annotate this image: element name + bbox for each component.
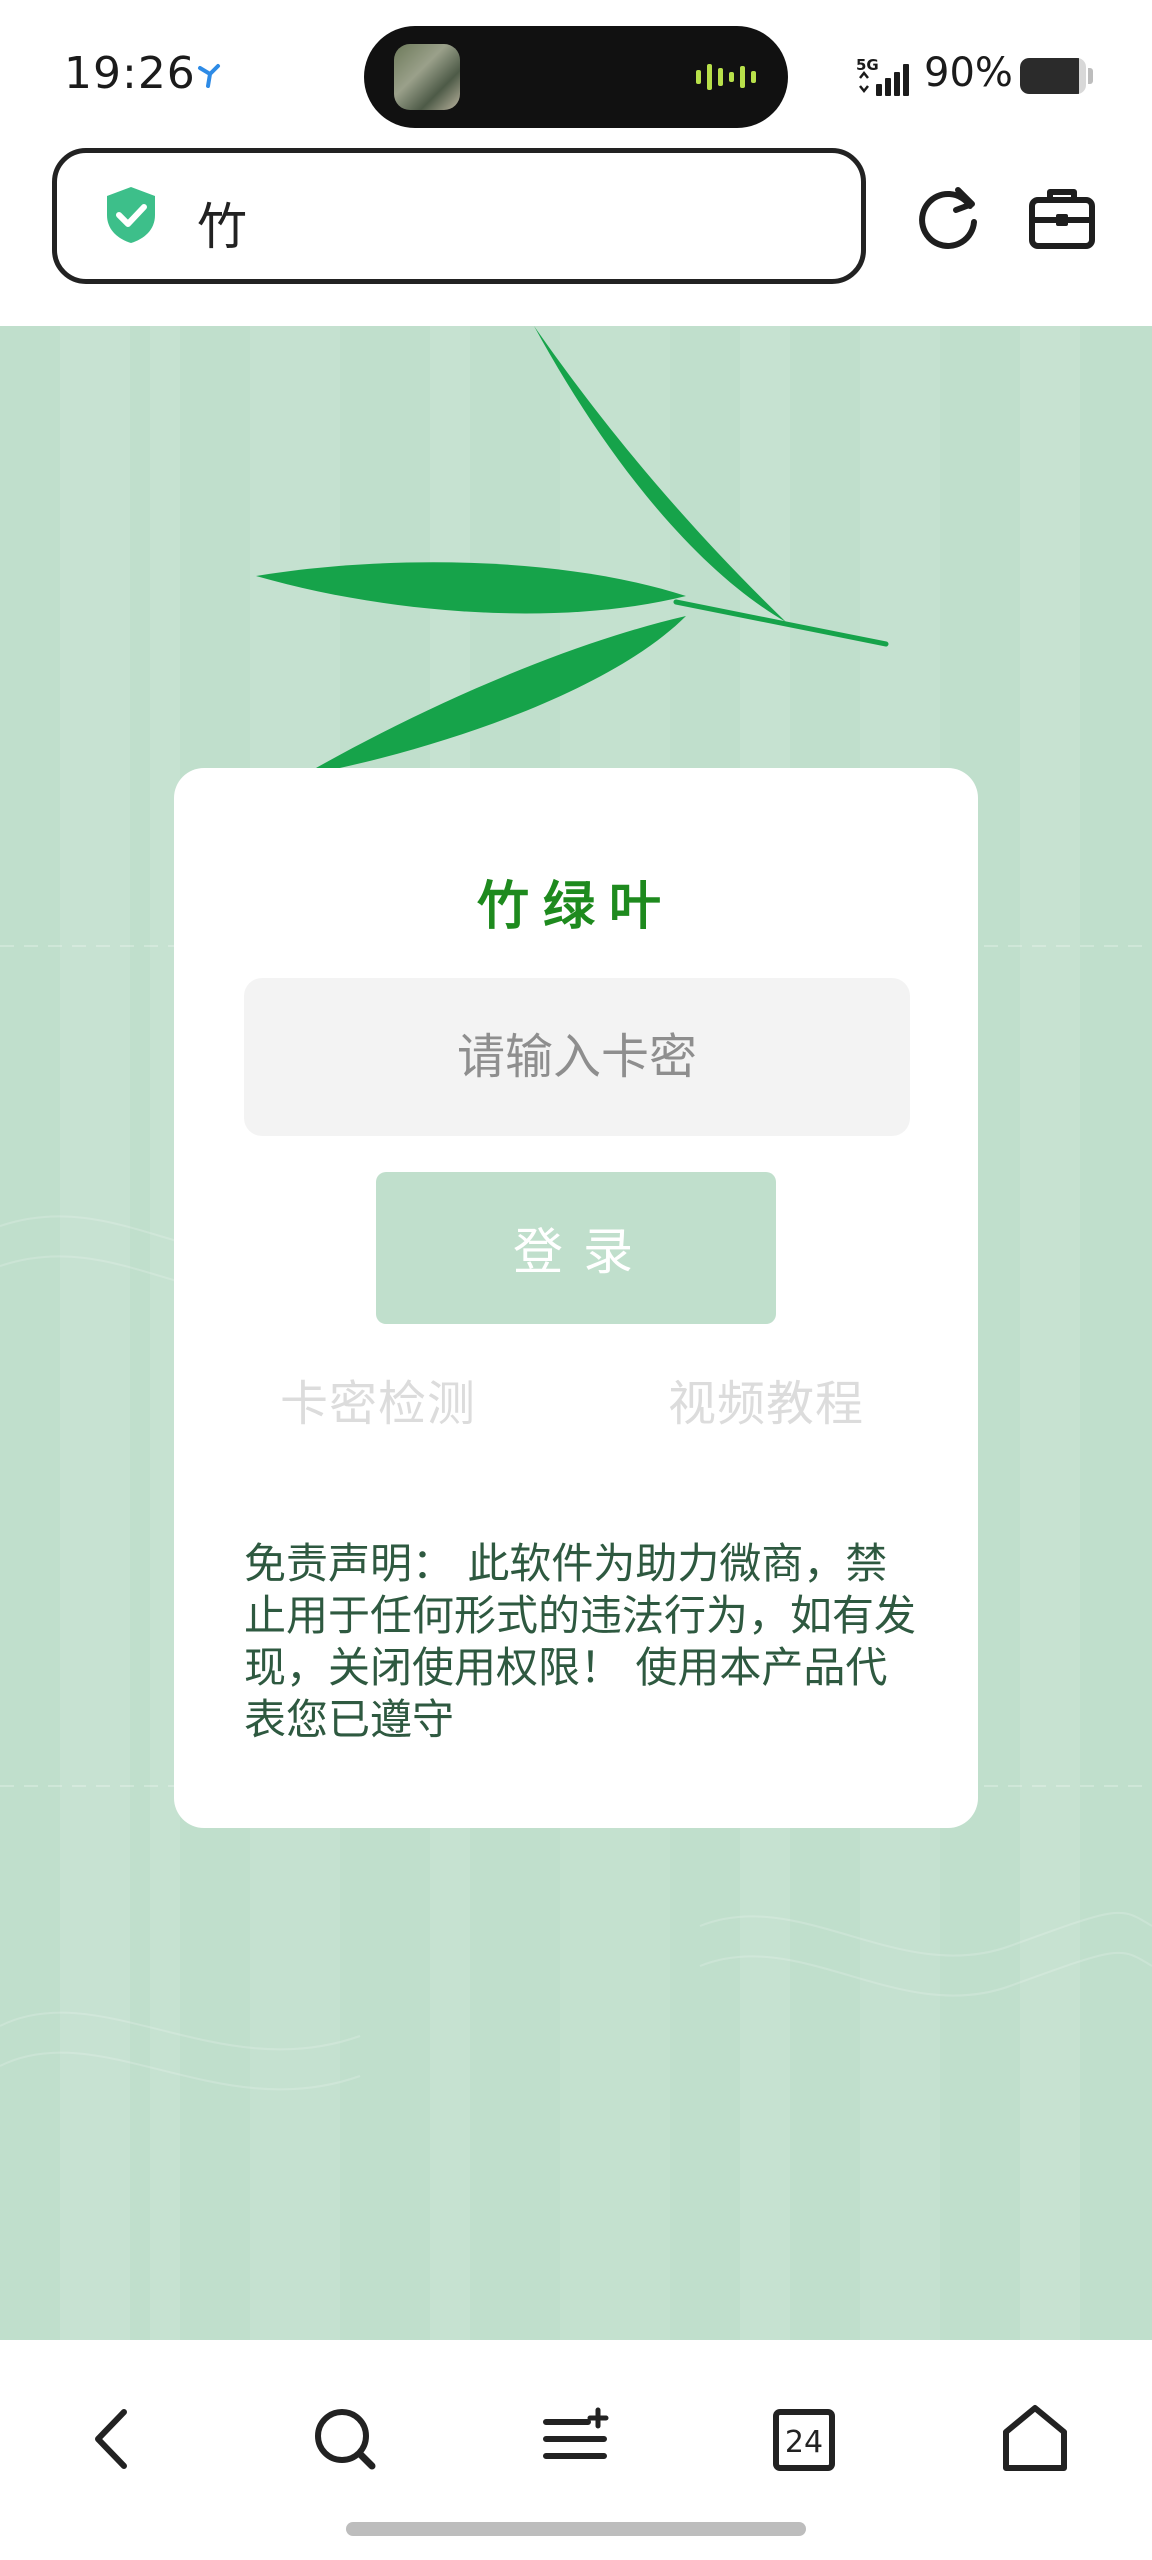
battery-level [1020, 58, 1080, 94]
cellular-signal-icon: 5G [856, 56, 909, 96]
card-key-input[interactable] [244, 978, 910, 1136]
media-thumbnail [394, 44, 460, 110]
search-icon[interactable] [302, 2396, 388, 2482]
battery-tip [1088, 68, 1093, 84]
back-icon[interactable] [72, 2396, 158, 2482]
bamboo-leaves-logo [256, 326, 889, 776]
shield-check-icon [107, 187, 155, 243]
status-bar: 19:26 5G 90% [0, 0, 1152, 150]
card-check-link[interactable]: 卡密检测 [280, 1364, 476, 1434]
home-icon[interactable] [992, 2396, 1078, 2482]
dynamic-island[interactable] [364, 26, 788, 128]
audio-wave-icon [696, 64, 756, 90]
menu-icon[interactable] [532, 2396, 618, 2482]
refresh-icon[interactable] [912, 182, 984, 254]
tabs-icon[interactable]: 24 [762, 2396, 848, 2482]
status-time: 19:26 [64, 48, 196, 99]
disclaimer-text: 免责声明： 此软件为助力微商，禁止用于任何形式的违法行为，如有发现，关闭使用权限… [244, 1539, 917, 1744]
web-page: 竹绿叶 登录 卡密检测 视频教程 免责声明： 此软件为助力微商，禁止用于任何形式… [0, 326, 1152, 2340]
browser-bottom-nav: 24 [0, 2340, 1152, 2560]
address-bar[interactable]: 竹 [52, 148, 866, 284]
app-title: 竹绿叶 [476, 877, 675, 937]
login-card: 竹绿叶 登录 卡密检测 视频教程 免责声明： 此软件为助力微商，禁止用于任何形式… [174, 768, 978, 1828]
login-button[interactable]: 登录 [376, 1172, 776, 1324]
battery-percentage: 90% [924, 50, 1013, 96]
url-text[interactable]: 竹 [197, 187, 247, 259]
tabs-count: 24 [785, 2425, 823, 2460]
battery-icon [1020, 58, 1086, 94]
home-indicator[interactable] [346, 2522, 806, 2536]
activity-icon [198, 64, 220, 88]
toolbox-icon[interactable] [1026, 182, 1098, 254]
network-type: 5G [856, 56, 879, 74]
video-tutorial-link[interactable]: 视频教程 [668, 1364, 864, 1434]
